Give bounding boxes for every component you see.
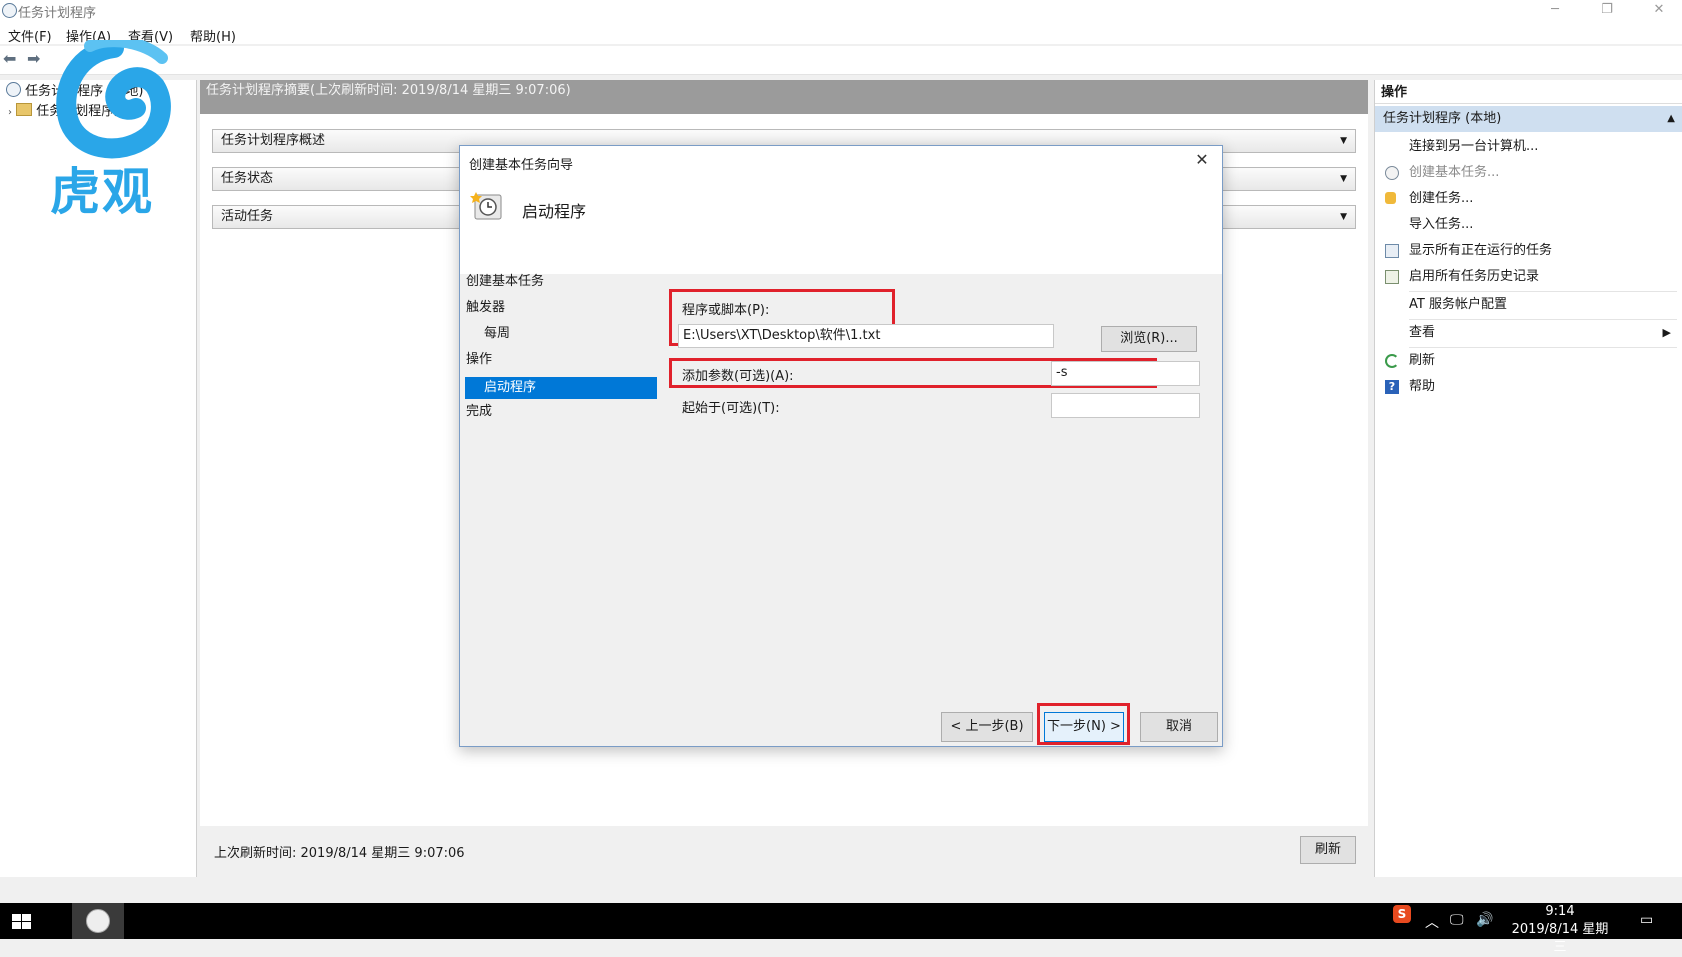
- action-help[interactable]: ? 帮助: [1375, 374, 1682, 400]
- step-finish: 完成: [466, 404, 493, 419]
- date-text: 2019/8/14 星期三: [1511, 922, 1609, 955]
- action-show-running-label: 显示所有正在运行的任务: [1409, 243, 1553, 258]
- network-icon[interactable]: 🖵: [1450, 912, 1464, 928]
- next-button[interactable]: 下一步(N) >: [1044, 712, 1124, 742]
- ime-icon[interactable]: S: [1393, 905, 1411, 923]
- dialog-title: 创建基本任务向导: [469, 158, 574, 173]
- wizard-clock-icon: [470, 190, 504, 222]
- actions-group[interactable]: 任务计划程序 (本地) ▲: [1375, 106, 1682, 132]
- step-action: 操作: [466, 352, 493, 367]
- taskbar-app-task-scheduler[interactable]: [72, 903, 124, 939]
- clock-time[interactable]: 9:14 2019/8/14 星期三: [1510, 903, 1610, 957]
- wizard-heading: 启动程序: [522, 202, 587, 221]
- action-connect[interactable]: 连接到另一台计算机...: [1375, 134, 1682, 160]
- notification-icon[interactable]: ▭: [1640, 912, 1653, 928]
- forward-arrow-icon[interactable]: ➡: [27, 51, 45, 67]
- browse-button[interactable]: 浏览(R)...: [1101, 326, 1197, 352]
- dialog-close-button[interactable]: ✕: [1188, 148, 1216, 172]
- action-import-task-label: 导入任务...: [1409, 217, 1474, 232]
- back-button[interactable]: < 上一步(B): [941, 712, 1033, 742]
- action-at-service[interactable]: AT 服务帐户配置: [1375, 292, 1682, 318]
- action-connect-label: 连接到另一台计算机...: [1409, 139, 1539, 154]
- expand-chevron-icon[interactable]: ›: [8, 107, 12, 118]
- running-tasks-icon: [1385, 244, 1399, 258]
- help-icon: ?: [1385, 380, 1399, 394]
- section-overview-label: 任务计划程序概述: [221, 133, 326, 148]
- navigation-tree: 任务计划程序 (本地) › 任务计划程序库 虎观: [0, 35, 197, 877]
- step-weekly: 每周: [484, 326, 511, 341]
- watermark-text: 虎观: [50, 163, 154, 221]
- time-text: 9:14: [1545, 904, 1575, 919]
- actions-group-label: 任务计划程序 (本地): [1383, 111, 1502, 126]
- action-view-label: 查看: [1409, 325, 1436, 340]
- action-create-task[interactable]: 创建任务...: [1375, 186, 1682, 212]
- program-label: 程序或脚本(P):: [682, 303, 770, 318]
- action-at-service-label: AT 服务帐户配置: [1409, 297, 1507, 312]
- collapse-up-icon[interactable]: ▲: [1667, 106, 1675, 132]
- action-enable-history[interactable]: 启用所有任务历史记录: [1375, 264, 1682, 290]
- cancel-button[interactable]: 取消: [1140, 712, 1218, 742]
- refresh-button[interactable]: 刷新: [1300, 836, 1356, 864]
- action-refresh-label: 刷新: [1409, 353, 1436, 368]
- watermark-logo: [50, 35, 175, 160]
- close-button[interactable]: ✕: [1636, 0, 1682, 22]
- args-input[interactable]: -s: [1051, 361, 1200, 386]
- refresh-icon: [1385, 354, 1399, 368]
- action-import-task[interactable]: 导入任务...: [1375, 212, 1682, 238]
- action-refresh[interactable]: 刷新: [1375, 348, 1682, 374]
- action-create-basic-task[interactable]: 创建基本任务...: [1375, 160, 1682, 186]
- title-bar: 任务计划程序 ─ ❐ ✕: [0, 0, 1682, 22]
- action-help-label: 帮助: [1409, 379, 1436, 394]
- create-basic-task-icon: [1385, 166, 1399, 180]
- collapse-chevron-icon[interactable]: ▼: [1340, 168, 1347, 190]
- action-enable-history-label: 启用所有任务历史记录: [1409, 269, 1540, 284]
- menu-help[interactable]: 帮助(H): [190, 26, 236, 45]
- action-create-basic-task-label: 创建基本任务...: [1409, 165, 1500, 180]
- program-path-input[interactable]: E:\Users\XT\Desktop\软件\1.txt: [678, 324, 1054, 348]
- minimize-button[interactable]: ─: [1532, 0, 1578, 22]
- menu-file[interactable]: 文件(F): [8, 26, 52, 45]
- back-arrow-icon[interactable]: ⬅: [3, 51, 21, 67]
- clock-icon: [86, 909, 110, 933]
- toolbar: ⬅ ➡: [0, 46, 1682, 75]
- step-trigger: 触发器: [466, 300, 506, 315]
- summary-header: 任务计划程序摘要(上次刷新时间: 2019/8/14 星期三 9:07:06): [200, 80, 1368, 114]
- start-in-input[interactable]: [1051, 393, 1200, 418]
- windows-start-icon[interactable]: [12, 914, 32, 930]
- folder-icon: [16, 103, 33, 116]
- step-create-basic-task: 创建基本任务: [466, 274, 545, 289]
- action-create-task-label: 创建任务...: [1409, 191, 1474, 206]
- start-in-label: 起始于(可选)(T):: [682, 401, 780, 416]
- action-view[interactable]: 查看 ▶: [1375, 320, 1682, 346]
- actions-header: 操作: [1375, 82, 1682, 104]
- history-icon: [1385, 270, 1399, 284]
- collapse-chevron-icon[interactable]: ▼: [1340, 206, 1347, 228]
- submenu-arrow-icon: ▶: [1662, 326, 1671, 339]
- actions-pane: 操作 任务计划程序 (本地) ▲ 连接到另一台计算机... 创建基本任务... …: [1374, 80, 1682, 877]
- last-refresh-label: 上次刷新时间: 2019/8/14 星期三 9:07:06: [214, 846, 465, 861]
- volume-icon[interactable]: 🔊: [1476, 912, 1493, 928]
- section-status-label: 任务状态: [221, 171, 274, 186]
- clock-icon: [6, 82, 21, 97]
- action-show-running[interactable]: 显示所有正在运行的任务: [1375, 238, 1682, 264]
- section-active-tasks-label: 活动任务: [221, 209, 274, 224]
- window-title: 任务计划程序: [18, 6, 97, 21]
- task-scheduler-icon: [2, 3, 17, 18]
- taskbar: S ︿ 🖵 🔊 9:14 2019/8/14 星期三 ▭: [0, 903, 1682, 955]
- create-basic-task-wizard: 创建基本任务向导 ✕ 启动程序 创建基本任务 触发器 每周 操作 启动程序 完成…: [459, 145, 1223, 747]
- tray-chevron-icon[interactable]: ︿: [1425, 912, 1439, 932]
- center-footer: 上次刷新时间: 2019/8/14 星期三 9:07:06 刷新: [200, 826, 1368, 877]
- restore-button[interactable]: ❐: [1584, 0, 1630, 22]
- args-label: 添加参数(可选)(A):: [682, 369, 794, 384]
- step-start-program: 启动程序: [465, 377, 657, 399]
- collapse-chevron-icon[interactable]: ▼: [1340, 130, 1347, 152]
- menu-bar: 文件(F) 操作(A) 查看(V) 帮助(H): [0, 22, 1682, 45]
- create-task-icon: [1385, 192, 1396, 204]
